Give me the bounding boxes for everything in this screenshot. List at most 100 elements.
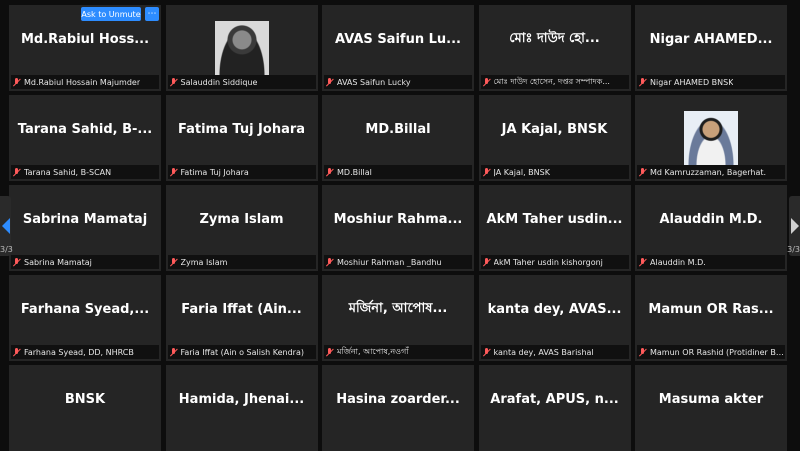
participant-tile[interactable]: Arafat, APUS, n... <box>478 365 631 451</box>
muted-mic-icon <box>12 167 21 177</box>
participant-name-label: AkM Taher usdin kishorgonj <box>493 257 603 267</box>
participant-tile[interactable]: Masuma akter <box>635 365 787 451</box>
participant-name-bar: Moshiur Rahman _Bandhu <box>324 255 472 269</box>
muted-mic-icon <box>482 257 491 267</box>
muted-mic-icon <box>12 77 21 87</box>
participant-name-label: Zyma Islam <box>180 257 228 267</box>
participant-display-name: মোঃ দাউদ হো... <box>509 30 600 46</box>
page-indicator-right: 3/3 <box>787 245 800 254</box>
muted-mic-icon <box>482 167 491 177</box>
participant-name-bar: মর্জিনা, আপোষ,নওগাঁ <box>324 345 472 359</box>
participant-tile[interactable]: MD.Billal MD.Billal <box>322 95 474 181</box>
participant-tile[interactable]: Alauddin M.D. Alauddin M.D. <box>635 185 787 271</box>
participant-tile[interactable]: kanta dey, AVAS... kanta dey, AVAS Barish… <box>478 275 631 361</box>
participant-tile[interactable]: Md Kamruzzaman, Bagerhat. <box>635 95 787 181</box>
participant-display-name: Fatima Tuj Johara <box>177 121 306 137</box>
participant-name-label: Salauddin Siddique <box>180 77 258 87</box>
participant-tile[interactable]: Hamida, Jhenai... <box>165 365 318 451</box>
muted-mic-icon <box>638 347 647 357</box>
participant-tile[interactable]: AVAS Saifun Lu... AVAS Saifun Lucky <box>322 5 474 91</box>
participant-tile[interactable]: Salauddin Siddique <box>165 5 318 91</box>
participant-name-bar: Farhana Syead, DD, NHRCB <box>11 345 159 359</box>
muted-mic-icon <box>325 347 334 357</box>
participant-name-label: মর্জিনা, আপোষ,নওগাঁ <box>337 346 409 356</box>
participant-name-bar: Tarana Sahid, B-SCAN <box>11 165 159 179</box>
participant-name-bar: Mamun OR Rashid (Protidiner Ban... <box>637 345 785 359</box>
participant-tile[interactable]: JA Kajal, BNSK JA Kajal, BNSK <box>478 95 631 181</box>
participant-name-label: মোঃ দাউদ হোসেন, দপ্তর সম্পাদক... <box>493 76 610 86</box>
muted-mic-icon <box>12 347 21 357</box>
muted-mic-icon <box>325 167 334 177</box>
participant-name-bar: AkM Taher usdin kishorgonj <box>480 255 629 269</box>
participant-name-bar: Md.Rabiul Hossain Majumder <box>11 75 159 89</box>
more-options-button[interactable]: ⋯ <box>145 7 159 21</box>
participant-tile[interactable]: Sabrina Mamataj Sabrina Mamataj <box>9 185 161 271</box>
participant-display-name: Moshiur Rahma... <box>333 211 463 227</box>
participant-name-bar: Nigar AHAMED BNSK <box>637 75 785 89</box>
participant-tile[interactable]: AkM Taher usdin... AkM Taher usdin kishor… <box>478 185 631 271</box>
participant-name-bar: MD.Billal <box>324 165 472 179</box>
participant-name-bar: kanta dey, AVAS Barishal <box>480 345 629 359</box>
participant-name-bar: Salauddin Siddique <box>167 75 316 89</box>
participant-tile[interactable]: মোঃ দাউদ হো... মোঃ দাউদ হোসেন, দপ্তর সম্প… <box>478 5 631 91</box>
muted-mic-icon <box>12 257 21 267</box>
participant-display-name: Mamun OR Ras... <box>648 301 774 317</box>
participant-name-bar: মোঃ দাউদ হোসেন, দপ্তর সম্পাদক... <box>480 75 629 89</box>
participant-name-label: Mamun OR Rashid (Protidiner Ban... <box>650 347 785 357</box>
participant-tile[interactable]: Moshiur Rahma... Moshiur Rahman _Bandhu <box>322 185 474 271</box>
participant-name-label: JA Kajal, BNSK <box>493 167 550 177</box>
participant-name-label: Farhana Syead, DD, NHRCB <box>24 347 134 357</box>
participant-tile[interactable]: Nigar AHAMED... Nigar AHAMED BNSK <box>635 5 787 91</box>
participant-tile[interactable]: Faria Iffat (Ain... Faria Iffat (Ain o Sa… <box>165 275 318 361</box>
participant-grid: Md.Rabiul Hoss... Md.Rabiul Hossain Majum… <box>9 5 787 451</box>
participant-name-label: Sabrina Mamataj <box>24 257 92 267</box>
participant-name-bar: JA Kajal, BNSK <box>480 165 629 179</box>
participant-tile[interactable]: Hasina zoarder... <box>322 365 474 451</box>
participant-name-label: Md.Rabiul Hossain Majumder <box>24 77 141 87</box>
muted-mic-icon <box>169 257 178 267</box>
participant-display-name: AVAS Saifun Lu... <box>335 31 461 47</box>
participant-name-label: kanta dey, AVAS Barishal <box>493 347 594 357</box>
muted-mic-icon <box>325 77 334 87</box>
participant-display-name: Nigar AHAMED... <box>649 31 773 47</box>
participant-tile[interactable]: Farhana Syead,... Farhana Syead, DD, NHRC… <box>9 275 161 361</box>
participant-name-bar: Sabrina Mamataj <box>11 255 159 269</box>
participant-name-bar: Alauddin M.D. <box>637 255 785 269</box>
participant-name-label: MD.Billal <box>337 167 372 177</box>
participant-tile[interactable]: BNSK <box>9 365 161 451</box>
participant-name-label: Tarana Sahid, B-SCAN <box>24 167 112 177</box>
participant-display-name: মর্জিনা, আপোষ... <box>348 300 448 316</box>
participant-display-name: Farhana Syead,... <box>20 301 150 317</box>
participant-tile[interactable]: Mamun OR Ras... Mamun OR Rashid (Protidin… <box>635 275 787 361</box>
participant-name-label: Alauddin M.D. <box>650 257 706 267</box>
participant-name-label: Fatima Tuj Johara <box>180 167 249 177</box>
participant-name-bar: Zyma Islam <box>167 255 316 269</box>
ask-to-unmute-button[interactable]: Ask to Unmute <box>81 7 141 21</box>
muted-mic-icon <box>169 167 178 177</box>
participant-name-label: AVAS Saifun Lucky <box>337 77 411 87</box>
participant-display-name: Sabrina Mamataj <box>22 211 148 227</box>
participant-display-name: Faria Iffat (Ain... <box>181 301 302 317</box>
participant-display-name: JA Kajal, BNSK <box>501 121 608 137</box>
muted-mic-icon <box>638 167 647 177</box>
muted-mic-icon <box>482 347 491 357</box>
participant-tile[interactable]: Zyma Islam Zyma Islam <box>165 185 318 271</box>
muted-mic-icon <box>169 77 178 87</box>
participant-display-name: Zyma Islam <box>199 211 284 227</box>
participant-tile[interactable]: Fatima Tuj Johara Fatima Tuj Johara <box>165 95 318 181</box>
muted-mic-icon <box>638 257 647 267</box>
participant-name-label: Nigar AHAMED BNSK <box>650 77 734 87</box>
participant-display-name: AkM Taher usdin... <box>486 211 623 227</box>
participant-name-bar: Faria Iffat (Ain o Salish Kendra) <box>167 345 316 359</box>
participant-name-label: Md Kamruzzaman, Bagerhat. <box>650 167 767 177</box>
participant-display-name: MD.Billal <box>365 121 431 137</box>
muted-mic-icon <box>325 257 334 267</box>
participant-name-label: Moshiur Rahman _Bandhu <box>337 257 442 267</box>
participant-tile[interactable]: মর্জিনা, আপোষ... মর্জিনা, আপোষ,নওগাঁ <box>322 275 474 361</box>
participant-display-name: Alauddin M.D. <box>659 211 763 227</box>
participant-photo <box>684 111 738 165</box>
participant-display-name: Tarana Sahid, B-... <box>17 121 153 137</box>
participant-tile[interactable]: Tarana Sahid, B-... Tarana Sahid, B-SCAN <box>9 95 161 181</box>
page-indicator-left: 3/3 <box>0 245 13 254</box>
participant-name-bar: Fatima Tuj Johara <box>167 165 316 179</box>
